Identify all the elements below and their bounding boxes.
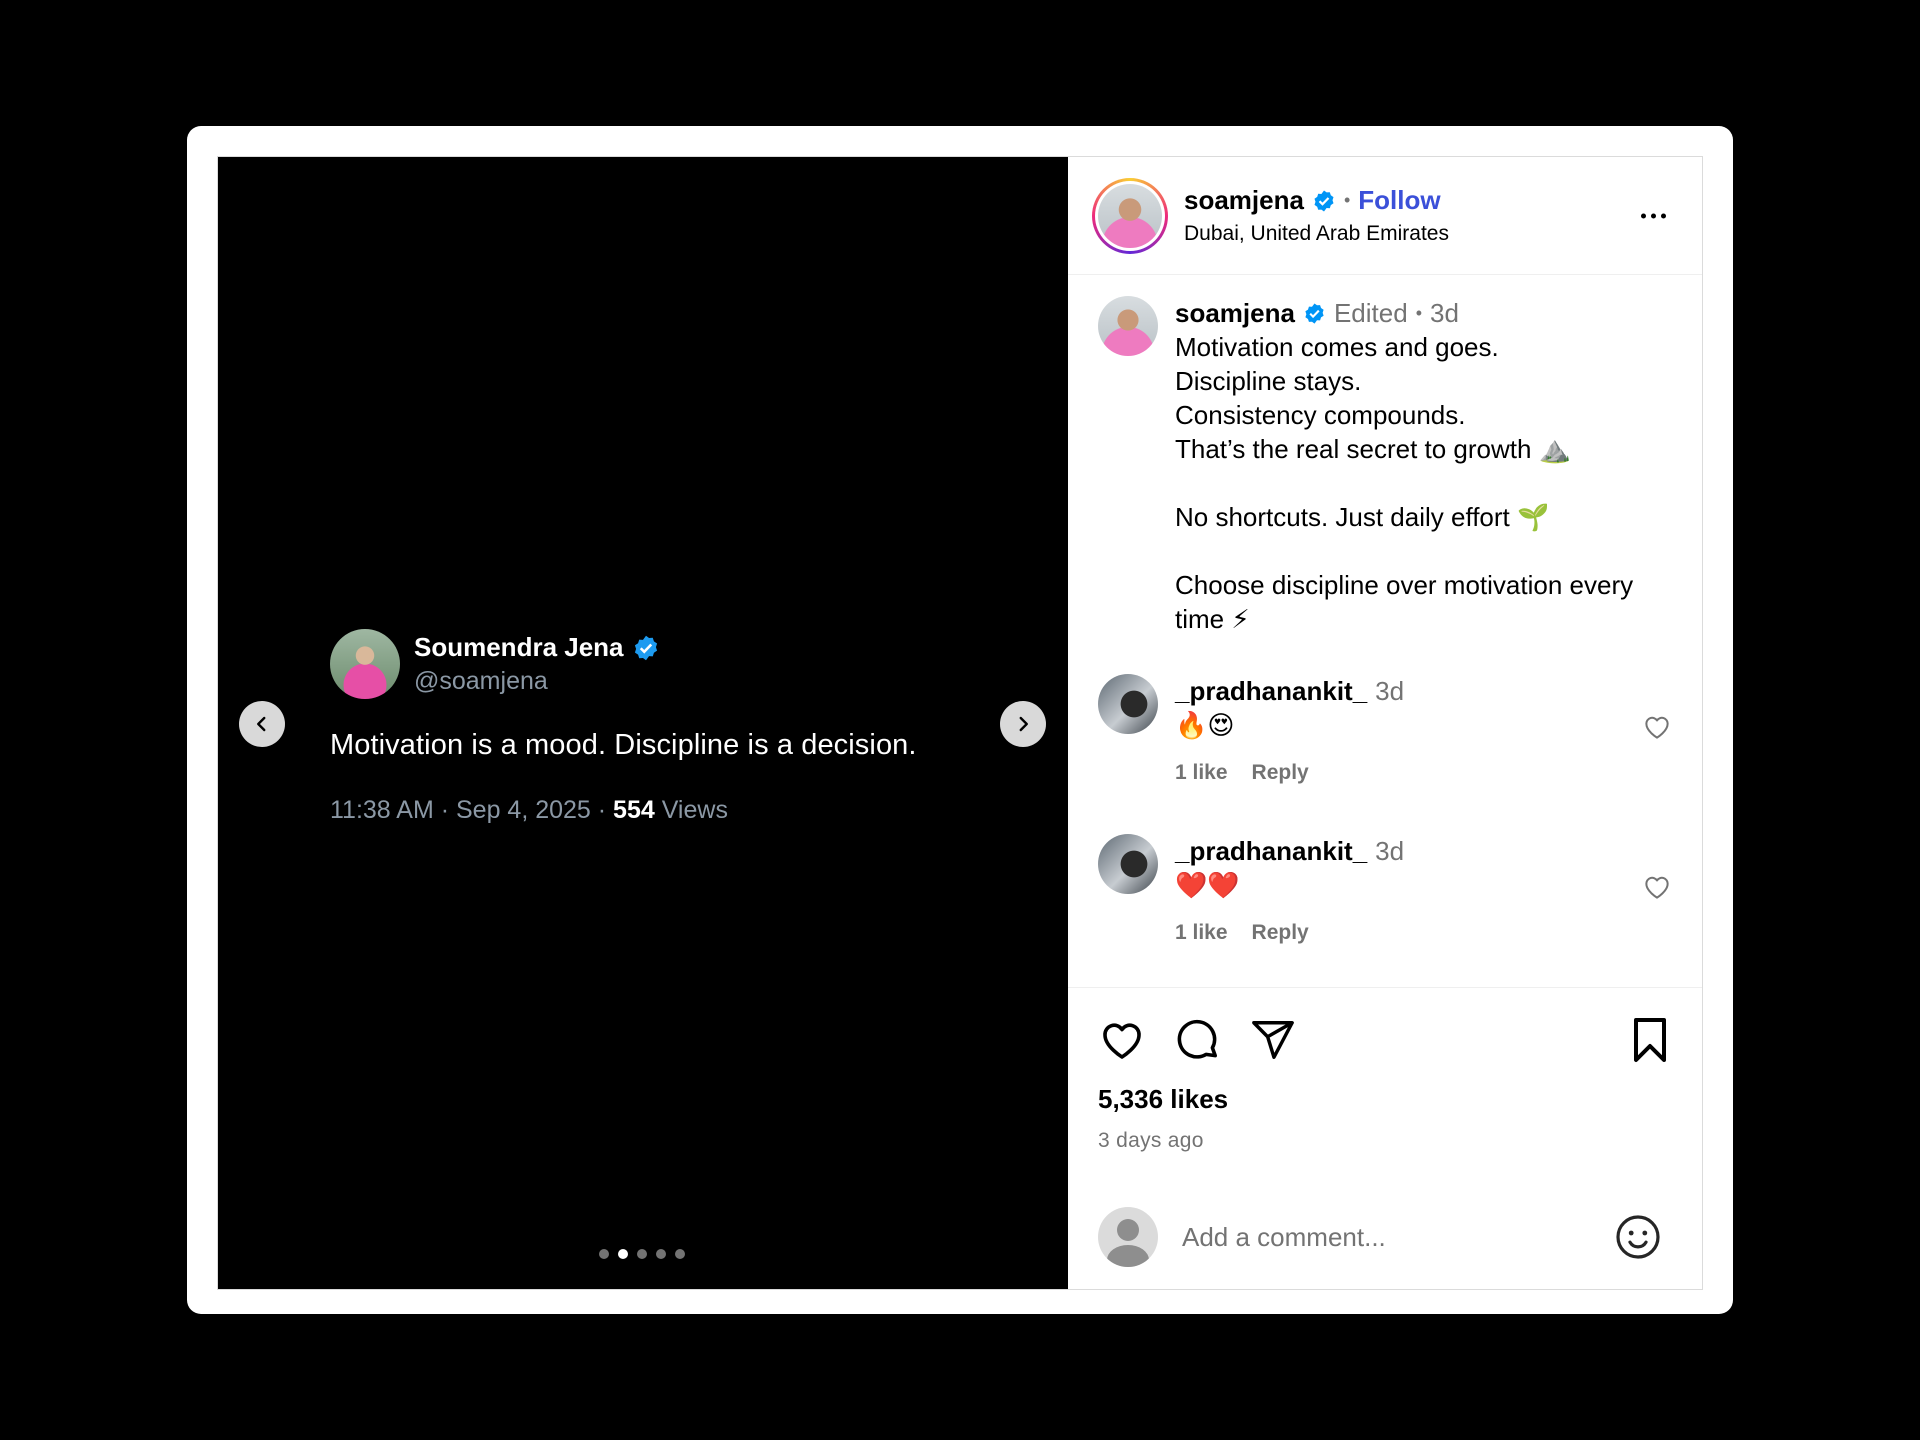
tweet-views-count: 554 bbox=[613, 796, 655, 824]
carousel-dot[interactable] bbox=[656, 1249, 666, 1259]
post-header: soamjena • Follow Dubai, United Arab Emi… bbox=[1068, 157, 1702, 275]
tweet-avatar bbox=[330, 629, 400, 699]
comment-input[interactable] bbox=[1182, 1221, 1614, 1253]
carousel-dot[interactable] bbox=[637, 1249, 647, 1259]
verified-badge-icon bbox=[1305, 302, 1324, 324]
chevron-right-icon bbox=[1019, 716, 1028, 732]
likes-count[interactable]: 5,336 likes bbox=[1098, 1084, 1672, 1115]
caption-line bbox=[1175, 466, 1675, 500]
emoji-icon[interactable] bbox=[1614, 1213, 1662, 1261]
post-actions: 5,336 likes 3 days ago bbox=[1068, 987, 1702, 1153]
post-media: Soumendra Jena @soamjena Motivation is a… bbox=[218, 157, 1068, 1289]
comment-username[interactable]: _pradhanankit_ bbox=[1175, 834, 1367, 868]
comments-section: soamjena Edited • 3d Motivation comes an… bbox=[1068, 276, 1702, 986]
tweet-time: 11:38 AM · Sep 4, 2025 · bbox=[330, 796, 614, 824]
caption-row: soamjena Edited • 3d Motivation comes an… bbox=[1068, 296, 1702, 636]
caption-avatar[interactable] bbox=[1098, 296, 1158, 356]
tweet-author-name: Soumendra Jena bbox=[414, 632, 624, 662]
tweet-text: Motivation is a mood. Discipline is a de… bbox=[330, 729, 917, 761]
tweet-meta: 11:38 AM · Sep 4, 2025 · 554 Views bbox=[330, 796, 917, 825]
caption-line: Motivation comes and goes. bbox=[1175, 332, 1499, 362]
caption-time[interactable]: 3d bbox=[1430, 296, 1459, 330]
post-location[interactable]: Dubai, United Arab Emirates bbox=[1184, 222, 1449, 246]
comment-icon[interactable] bbox=[1174, 1016, 1222, 1064]
share-icon[interactable] bbox=[1250, 1017, 1296, 1063]
header-username[interactable]: soamjena bbox=[1184, 185, 1304, 216]
add-comment-bar bbox=[1098, 1207, 1662, 1267]
comment-time[interactable]: 3d bbox=[1375, 834, 1404, 868]
caption-line bbox=[1175, 534, 1675, 568]
heart-icon[interactable] bbox=[1642, 872, 1672, 902]
story-ring-avatar[interactable] bbox=[1092, 177, 1168, 254]
comment-likes[interactable]: 1 like bbox=[1175, 916, 1228, 950]
comment-avatar[interactable] bbox=[1098, 674, 1158, 734]
comment-row: _pradhanankit_ 3d 🔥😍 1 like Reply bbox=[1068, 674, 1702, 790]
comment-time[interactable]: 3d bbox=[1375, 674, 1404, 708]
bookmark-icon[interactable] bbox=[1628, 1016, 1672, 1064]
post-dialog: Soumendra Jena @soamjena Motivation is a… bbox=[187, 126, 1733, 1314]
header-separator: • bbox=[1343, 190, 1351, 210]
comment-text: 🔥😍 bbox=[1175, 710, 1235, 740]
tweet-views-label: Views bbox=[654, 796, 728, 824]
caption-line: Consistency compounds. bbox=[1175, 400, 1466, 430]
caption-line: Discipline stays. bbox=[1175, 366, 1362, 396]
carousel-dot[interactable] bbox=[599, 1249, 609, 1259]
caption-dot: • bbox=[1415, 303, 1422, 323]
verified-badge-icon bbox=[1314, 190, 1334, 211]
caption-line: Choose discipline over motivation every … bbox=[1175, 570, 1634, 634]
heart-icon[interactable] bbox=[1642, 712, 1672, 742]
avatar bbox=[1098, 183, 1162, 248]
carousel-next-button[interactable] bbox=[1000, 701, 1046, 747]
post-frame: Soumendra Jena @soamjena Motivation is a… bbox=[217, 156, 1703, 1290]
comment-text: ❤️❤️ bbox=[1175, 870, 1240, 900]
carousel-prev-button[interactable] bbox=[239, 701, 285, 747]
comment-username[interactable]: _pradhanankit_ bbox=[1175, 674, 1367, 708]
tweet-handle: @soamjena bbox=[414, 667, 548, 695]
carousel-dot-active[interactable] bbox=[618, 1249, 628, 1259]
chevron-left-icon bbox=[257, 716, 266, 732]
tweet-screenshot: Soumendra Jena @soamjena Motivation is a… bbox=[330, 629, 917, 825]
caption-line: No shortcuts. Just daily effort 🌱 bbox=[1175, 502, 1550, 532]
caption-username[interactable]: soamjena bbox=[1175, 296, 1295, 330]
carousel-dot[interactable] bbox=[675, 1249, 685, 1259]
comment-reply-button[interactable]: Reply bbox=[1252, 916, 1309, 950]
carousel-dots bbox=[599, 1249, 685, 1259]
post-sidebar: soamjena • Follow Dubai, United Arab Emi… bbox=[1068, 157, 1702, 1289]
current-user-avatar bbox=[1098, 1207, 1158, 1267]
verified-badge-icon bbox=[634, 635, 657, 660]
comment-avatar[interactable] bbox=[1098, 834, 1158, 894]
more-options-button[interactable] bbox=[1641, 213, 1666, 218]
comment-row: _pradhanankit_ 3d ❤️❤️ 1 like Reply bbox=[1068, 834, 1702, 950]
caption-line: That’s the real secret to growth ⛰️ bbox=[1175, 434, 1572, 464]
edited-label: Edited bbox=[1333, 298, 1408, 328]
heart-icon[interactable] bbox=[1098, 1016, 1146, 1064]
post-timestamp[interactable]: 3 days ago bbox=[1098, 1129, 1672, 1153]
comment-reply-button[interactable]: Reply bbox=[1252, 756, 1309, 790]
comment-likes[interactable]: 1 like bbox=[1175, 756, 1228, 790]
follow-button[interactable]: Follow bbox=[1358, 185, 1440, 216]
